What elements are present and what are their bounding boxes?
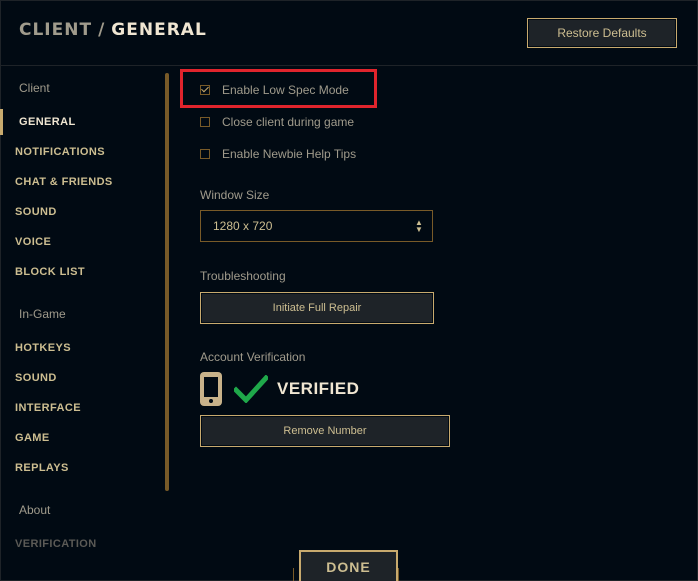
close-client-checkbox[interactable] bbox=[200, 117, 210, 127]
restore-defaults-button[interactable]: Restore Defaults bbox=[527, 18, 677, 48]
done-button-wrap: DONE bbox=[293, 548, 404, 581]
remove-number-button[interactable]: Remove Number bbox=[200, 415, 450, 447]
verified-status-text: VERIFIED bbox=[277, 379, 360, 398]
sidebar-item-replays[interactable]: REPLAYS bbox=[15, 462, 69, 474]
breadcrumb-current: GENERAL bbox=[111, 20, 207, 40]
breadcrumb-section: CLIENT bbox=[19, 20, 93, 40]
highlight-box bbox=[180, 69, 377, 108]
active-indicator bbox=[0, 109, 3, 135]
sidebar-item-notifications[interactable]: NOTIFICATIONS bbox=[15, 146, 105, 158]
page-title: CLIENT / GENERAL bbox=[19, 20, 207, 40]
sidebar-item-verification[interactable]: VERIFICATION bbox=[15, 538, 97, 550]
troubleshooting-label: Troubleshooting bbox=[200, 269, 286, 283]
sidebar-item-hotkeys[interactable]: HOTKEYS bbox=[15, 342, 71, 354]
sidebar-item-block-list[interactable]: BLOCK LIST bbox=[15, 266, 85, 278]
sidebar-section-client: Client bbox=[19, 81, 50, 95]
breadcrumb-separator: / bbox=[98, 20, 106, 40]
newbie-tips-label: Enable Newbie Help Tips bbox=[222, 147, 357, 161]
newbie-tips-option[interactable]: Enable Newbie Help Tips bbox=[200, 147, 356, 161]
sidebar: Client GENERAL NOTIFICATIONS CHAT & FRIE… bbox=[0, 66, 165, 581]
close-client-option[interactable]: Close client during game bbox=[200, 115, 354, 129]
sidebar-section-about: About bbox=[19, 503, 51, 517]
window-size-select[interactable]: 1280 x 720 ▲ ▼ bbox=[200, 210, 433, 242]
sidebar-item-voice[interactable]: VOICE bbox=[15, 236, 51, 248]
sidebar-item-general[interactable]: GENERAL bbox=[19, 116, 76, 128]
sidebar-item-sound[interactable]: SOUND bbox=[15, 206, 57, 218]
checkmark-icon bbox=[234, 375, 268, 403]
phone-icon bbox=[200, 372, 222, 406]
done-button[interactable]: DONE bbox=[299, 550, 398, 581]
sidebar-scrollbar[interactable] bbox=[165, 73, 169, 491]
verification-status: VERIFIED bbox=[200, 372, 359, 406]
sidebar-item-game[interactable]: GAME bbox=[15, 432, 50, 444]
sidebar-item-ingame-sound[interactable]: SOUND bbox=[15, 372, 57, 384]
sidebar-item-interface[interactable]: INTERFACE bbox=[15, 402, 81, 414]
sidebar-item-chat-friends[interactable]: CHAT & FRIENDS bbox=[15, 176, 113, 188]
sidebar-section-ingame: In-Game bbox=[19, 307, 66, 321]
account-verification-label: Account Verification bbox=[200, 350, 306, 364]
window-size-value: 1280 x 720 bbox=[213, 219, 273, 233]
initiate-full-repair-button[interactable]: Initiate Full Repair bbox=[200, 292, 434, 324]
close-client-label: Close client during game bbox=[222, 115, 355, 129]
window-size-label: Window Size bbox=[200, 188, 270, 202]
newbie-tips-checkbox[interactable] bbox=[200, 149, 210, 159]
chevron-up-down-icon: ▲ ▼ bbox=[415, 218, 423, 234]
done-right-ornament bbox=[398, 568, 405, 581]
